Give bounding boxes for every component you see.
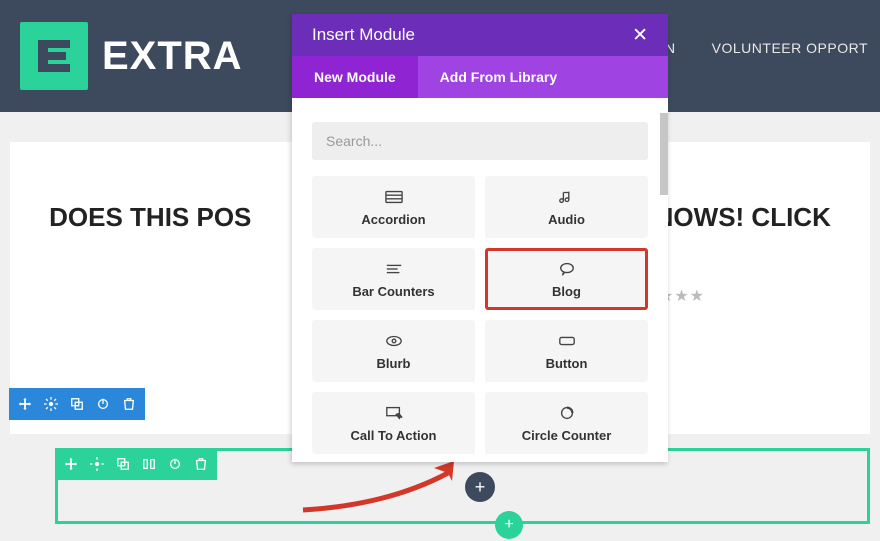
logo-text: EXTRA — [102, 34, 243, 79]
accordion-icon — [385, 188, 403, 206]
tab-add-from-library[interactable]: Add From Library — [418, 56, 579, 98]
logo-icon[interactable] — [20, 22, 88, 90]
gear-icon[interactable] — [43, 396, 59, 412]
module-blurb[interactable]: Blurb — [312, 320, 475, 382]
module-grid: Accordion Audio Bar Counters Blog Blurb — [312, 176, 648, 454]
module-label: Accordion — [361, 212, 425, 227]
module-button[interactable]: Button — [485, 320, 648, 382]
modal-tabs: New Module Add From Library — [292, 56, 668, 98]
close-icon[interactable]: ✕ — [632, 24, 648, 47]
chat-icon — [558, 260, 576, 278]
module-label: Blurb — [377, 356, 411, 371]
module-label: Circle Counter — [522, 428, 612, 443]
module-call-to-action[interactable]: Call To Action — [312, 392, 475, 454]
module-circle-counter[interactable]: Circle Counter — [485, 392, 648, 454]
trash-icon[interactable] — [121, 396, 137, 412]
module-label: Call To Action — [351, 428, 437, 443]
duplicate-icon[interactable] — [69, 396, 85, 412]
module-accordion[interactable]: Accordion — [312, 176, 475, 238]
eye-icon — [385, 332, 403, 350]
button-icon — [558, 332, 576, 350]
power-icon[interactable] — [95, 396, 111, 412]
power-icon[interactable] — [167, 456, 183, 472]
gear-icon[interactable] — [89, 456, 105, 472]
module-label: Button — [546, 356, 588, 371]
circle-icon — [558, 404, 576, 422]
scrollbar[interactable] — [660, 113, 668, 473]
section-toolbar[interactable] — [9, 388, 145, 420]
audio-icon — [558, 188, 576, 206]
scrollbar-thumb[interactable] — [660, 113, 668, 195]
add-module-button[interactable]: + — [465, 472, 495, 502]
nav-links: N VOLUNTEER OPPORT — [665, 40, 868, 56]
add-row-button[interactable]: + — [495, 511, 523, 539]
move-icon[interactable] — [63, 456, 79, 472]
insert-module-modal: Insert Module ✕ New Module Add From Libr… — [292, 14, 668, 462]
modal-title: Insert Module — [312, 25, 415, 45]
module-audio[interactable]: Audio — [485, 176, 648, 238]
module-label: Audio — [548, 212, 585, 227]
bars-icon — [385, 260, 403, 278]
nav-link-2[interactable]: VOLUNTEER OPPORT — [712, 40, 868, 56]
move-icon[interactable] — [17, 396, 33, 412]
trash-icon[interactable] — [193, 456, 209, 472]
modal-header: Insert Module ✕ — [292, 14, 668, 56]
tab-new-module[interactable]: New Module — [292, 56, 418, 98]
module-label: Blog — [552, 284, 581, 299]
search-input[interactable] — [312, 122, 648, 160]
module-label: Bar Counters — [352, 284, 434, 299]
module-bar-counters[interactable]: Bar Counters — [312, 248, 475, 310]
post-title-left: DOES THIS POS — [49, 202, 251, 232]
modal-body: Accordion Audio Bar Counters Blog Blurb — [292, 98, 668, 462]
columns-icon[interactable] — [141, 456, 157, 472]
module-blog[interactable]: Blog — [485, 248, 648, 310]
duplicate-icon[interactable] — [115, 456, 131, 472]
cta-icon — [385, 404, 403, 422]
row-toolbar[interactable] — [55, 448, 217, 480]
